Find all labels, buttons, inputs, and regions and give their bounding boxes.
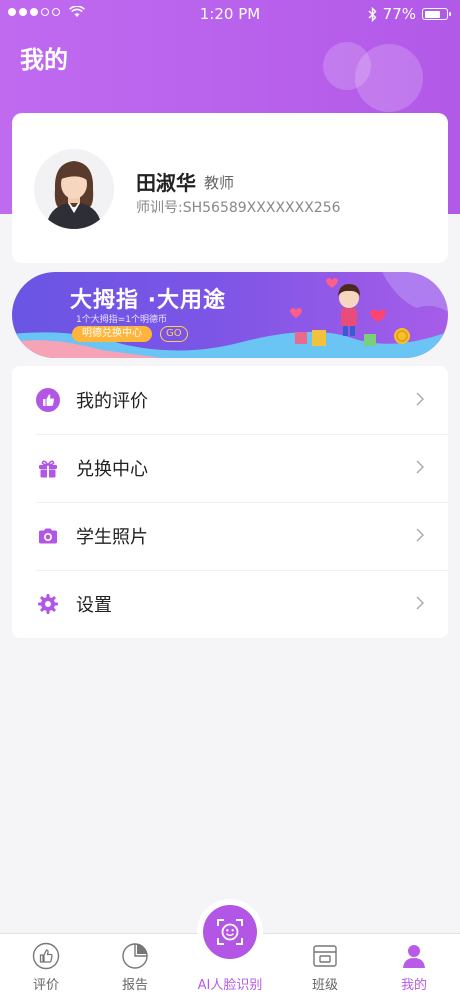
battery-percent: 77% bbox=[382, 5, 416, 23]
promo-banner[interactable]: 大拇指 ·大用途 1个大拇指=1个明德币 明德兑换中心 GO bbox=[12, 272, 448, 358]
menu-item-my-evaluations[interactable]: 我的评价 bbox=[12, 366, 448, 434]
teacher-name: 田淑华 bbox=[136, 171, 196, 195]
menu-item-label: 学生照片 bbox=[76, 527, 148, 548]
face-scan-icon bbox=[203, 905, 257, 959]
tab-class[interactable]: 班级 bbox=[279, 934, 371, 996]
battery-icon bbox=[422, 8, 451, 20]
avatar[interactable] bbox=[34, 149, 114, 229]
tab-label: 班级 bbox=[311, 978, 338, 993]
chevron-right-icon bbox=[416, 391, 424, 410]
ai-face-recognition-button[interactable] bbox=[197, 899, 263, 965]
menu-item-label: 我的评价 bbox=[76, 391, 148, 412]
status-bar: 1:20 PM 77% bbox=[0, 0, 460, 28]
menu-item-settings[interactable]: 设置 bbox=[12, 570, 448, 638]
tab-label: 报告 bbox=[121, 978, 148, 993]
menu-item-label: 设置 bbox=[76, 595, 112, 616]
teacher-avatar-icon bbox=[34, 149, 114, 229]
chevron-right-icon bbox=[416, 595, 424, 614]
bluetooth-icon bbox=[368, 6, 377, 22]
tab-mine[interactable]: 我的 bbox=[368, 934, 460, 996]
profile-card[interactable]: 田淑华 教师 师训号:SH56589XXXXXXX256 bbox=[12, 113, 448, 263]
teacher-role: 教师 bbox=[204, 174, 235, 192]
chevron-right-icon bbox=[416, 459, 424, 478]
gear-icon bbox=[36, 592, 60, 616]
thumbs-up-icon bbox=[36, 388, 60, 412]
tab-label: 评价 bbox=[32, 978, 59, 993]
exchange-center-button[interactable]: 明德兑换中心 bbox=[72, 326, 152, 342]
go-button[interactable]: GO bbox=[160, 326, 188, 342]
teacher-id: 师训号:SH56589XXXXXXX256 bbox=[136, 200, 341, 216]
user-icon bbox=[368, 942, 460, 970]
tab-report[interactable]: 报告 bbox=[89, 934, 181, 996]
tab-label: AI人脸识别 bbox=[197, 978, 263, 993]
gift-icon bbox=[36, 456, 60, 480]
menu-list: 我的评价 兑换中心 学生照片 设置 bbox=[12, 366, 448, 638]
tab-evaluate[interactable]: 评价 bbox=[0, 934, 92, 996]
menu-item-label: 兑换中心 bbox=[76, 459, 148, 480]
decor-bubble bbox=[355, 44, 423, 112]
page-title: 我的 bbox=[20, 46, 68, 74]
pie-chart-icon bbox=[89, 942, 181, 970]
banner-subtitle: 1个大拇指=1个明德币 bbox=[76, 315, 167, 325]
camera-icon bbox=[36, 524, 60, 548]
class-icon bbox=[279, 942, 371, 970]
menu-item-student-photos[interactable]: 学生照片 bbox=[12, 502, 448, 570]
menu-item-exchange-center[interactable]: 兑换中心 bbox=[12, 434, 448, 502]
thumbs-up-icon bbox=[0, 942, 92, 970]
banner-title: 大拇指 ·大用途 bbox=[70, 288, 227, 313]
chevron-right-icon bbox=[416, 527, 424, 546]
tab-label: 我的 bbox=[400, 978, 427, 993]
battery-fill bbox=[424, 10, 440, 18]
